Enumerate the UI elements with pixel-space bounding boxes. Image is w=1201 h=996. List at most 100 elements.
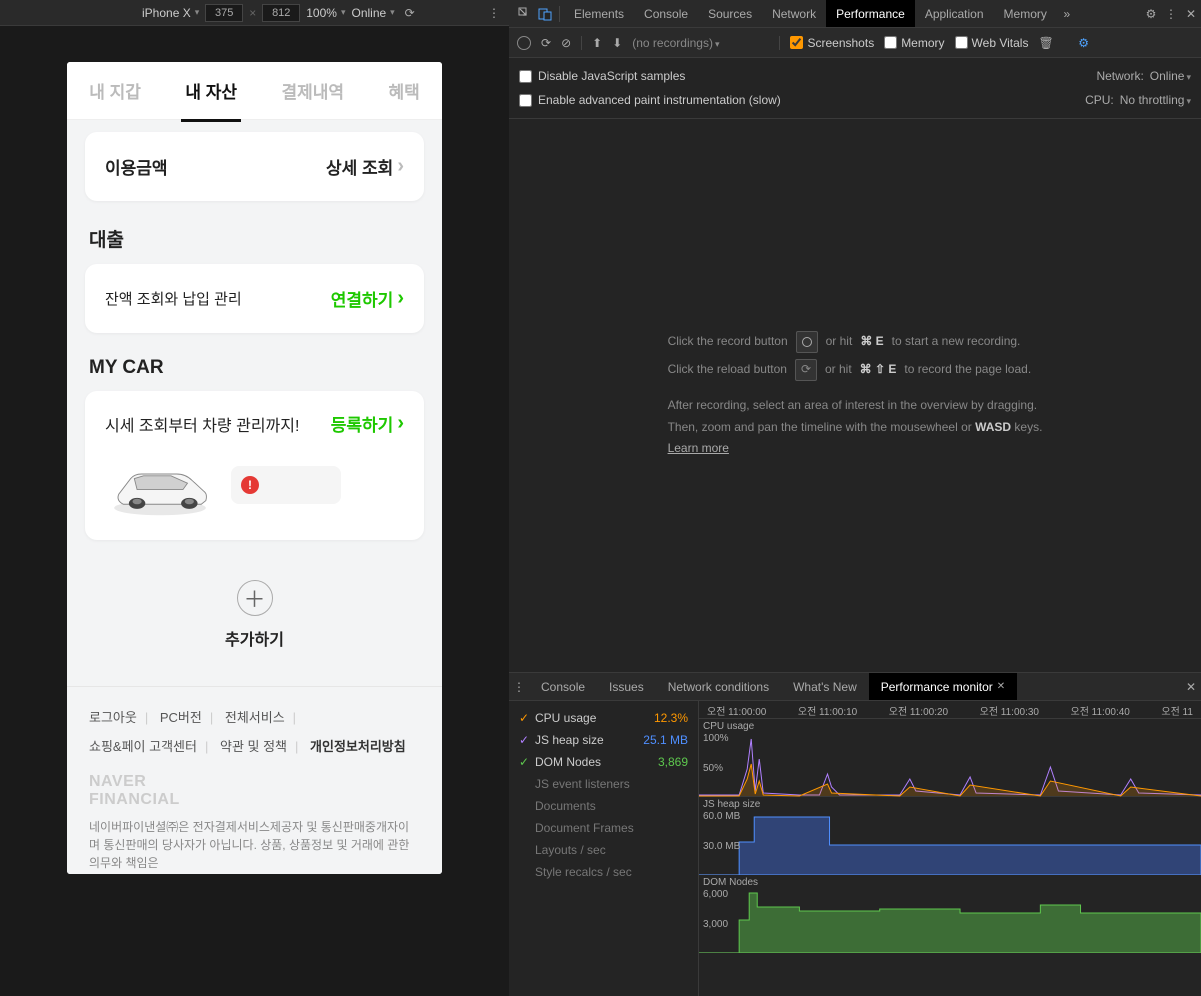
usage-card[interactable]: 이용금액 상세 조회 [85,132,424,201]
footer-logout[interactable]: 로그아웃 [89,710,137,725]
reload-hint-button[interactable]: ⟳ [795,359,817,381]
tab-memory[interactable]: Memory [994,0,1057,27]
empty-text: Click the record button [668,331,788,353]
devtools-pane: Elements Console Sources Network Perform… [509,0,1201,996]
dim-separator: × [249,6,256,20]
network-select[interactable]: Online [1150,69,1191,83]
drawer-tab-perfmon[interactable]: Performance monitor✕ [869,673,1017,700]
tab-sources[interactable]: Sources [698,0,762,27]
add-button[interactable]: ＋ [237,580,273,616]
reload-record-button[interactable]: ⟳ [541,36,551,50]
download-icon[interactable]: ⬇ [612,36,622,50]
mycar-heading: MY CAR [89,357,420,379]
device-select[interactable]: iPhone X [142,6,199,20]
warning-icon: ! [241,476,259,494]
close-drawer-icon[interactable]: ✕ [1181,677,1201,697]
metric-heap[interactable]: ✓JS heap size25.1 MB [509,729,698,751]
tab-wallet[interactable]: 내 지갑 [85,78,145,103]
recordings-select[interactable]: (no recordings) [632,36,719,50]
metric-recalcs[interactable]: Style recalcs / sec [509,861,698,883]
add-label: 추가하기 [67,626,442,650]
drawer-tab-whatsnew[interactable]: What's New [781,673,869,700]
device-toggle-icon[interactable] [535,4,555,24]
perf-settings-icon[interactable]: ⚙ [1074,33,1094,53]
footer-brand: NAVER FINANCIAL [89,773,420,808]
memory-checkbox[interactable]: Memory [884,36,944,50]
tab-application[interactable]: Application [915,0,994,27]
learn-more-link[interactable]: Learn more [668,441,729,455]
zoom-select[interactable]: 100% [306,6,345,20]
webvitals-checkbox[interactable]: Web Vitals [955,36,1029,50]
tabs-overflow-icon[interactable]: » [1057,4,1077,24]
close-tab-icon[interactable]: ✕ [997,681,1005,692]
metric-listeners[interactable]: JS event listeners [509,773,698,795]
cpu-chart: CPU usage 100% 50% [699,719,1201,797]
devtools-drawer: ⋮ Console Issues Network conditions What… [509,672,1201,996]
cpu-label: CPU: [1085,93,1114,107]
metric-documents[interactable]: Documents [509,795,698,817]
more-menu-icon[interactable]: ⋮ [1161,4,1181,24]
more-icon[interactable]: ⋮ [485,4,503,22]
loan-card[interactable]: 잔액 조회와 납입 관리 연결하기 [85,264,424,333]
record-hint-button[interactable] [796,331,818,353]
app-tabs: 내 지갑 내 자산 결제내역 혜택 [67,62,442,120]
tab-network[interactable]: Network [762,0,826,27]
close-devtools-icon[interactable]: ✕ [1181,4,1201,24]
tab-payments[interactable]: 결제내역 [277,78,348,103]
drawer-tab-console[interactable]: Console [529,673,597,700]
phone-viewport: 내 지갑 내 자산 결제내역 혜택 이용금액 상세 조회 대출 잔액 조회와 납… [0,26,509,996]
trash-icon[interactable]: 🗑 [1038,36,1053,50]
metric-layouts[interactable]: Layouts / sec [509,839,698,861]
height-input[interactable] [262,4,300,22]
loan-desc: 잔액 조회와 납입 관리 [105,288,242,309]
width-input[interactable] [205,4,243,22]
loan-heading: 대출 [89,225,420,252]
phone-scroll[interactable]: 이용금액 상세 조회 대출 잔액 조회와 납입 관리 연결하기 MY CAR 시… [67,120,442,874]
drawer-tab-issues[interactable]: Issues [597,673,656,700]
mycar-card[interactable]: 시세 조회부터 차량 관리까지! 등록하기 [85,391,424,540]
metric-cpu[interactable]: ✓CPU usage12.3% [509,707,698,729]
drawer-body: ✓CPU usage12.3% ✓JS heap size25.1 MB ✓DO… [509,701,1201,996]
drawer-tab-network-cond[interactable]: Network conditions [656,673,781,700]
footer-terms[interactable]: 약관 및 정책 [220,739,287,754]
add-section: ＋ 추가하기 [67,552,442,686]
record-button[interactable] [517,36,531,50]
disable-js-checkbox[interactable]: Disable JavaScript samples [519,69,685,83]
tab-console[interactable]: Console [634,0,698,27]
rotate-icon[interactable]: ⟳ [401,4,419,22]
inspect-icon[interactable] [515,4,535,24]
tab-elements[interactable]: Elements [564,0,634,27]
drawer-menu-icon[interactable]: ⋮ [509,677,529,697]
metric-dom[interactable]: ✓DOM Nodes3,869 [509,751,698,773]
phone-frame: 내 지갑 내 자산 결제내역 혜택 이용금액 상세 조회 대출 잔액 조회와 납… [67,62,442,874]
usage-detail-link[interactable]: 상세 조회 [326,154,404,179]
network-label: Network: [1096,69,1143,83]
tab-performance[interactable]: Performance [826,0,915,27]
paint-checkbox[interactable]: Enable advanced paint instrumentation (s… [519,93,781,107]
tab-assets[interactable]: 내 자산 [181,78,241,122]
settings-icon[interactable]: ⚙ [1141,4,1161,24]
car-icon [105,450,215,520]
footer-pc[interactable]: PC버전 [160,710,202,725]
tab-benefits[interactable]: 혜택 [384,78,423,103]
clear-icon[interactable]: ⊘ [561,36,571,50]
performance-options: Disable JavaScript samples Network: Onli… [509,58,1201,119]
heap-chart: JS heap size 60.0 MB 30.0 MB [699,797,1201,875]
footer-privacy[interactable]: 개인정보처리방침 [310,739,406,754]
footer-allservices[interactable]: 전체서비스 [225,710,285,725]
screenshots-checkbox[interactable]: Screenshots [790,36,874,50]
upload-icon[interactable]: ⬆ [592,36,602,50]
mycar-register-link[interactable]: 등록하기 [331,411,404,436]
performance-empty-state: Click the record button or hit ⌘ E to st… [509,119,1201,672]
mycar-desc: 시세 조회부터 차량 관리까지! [105,412,299,436]
metric-frames[interactable]: Document Frames [509,817,698,839]
usage-title: 이용금액 [105,154,168,179]
loan-connect-link[interactable]: 연결하기 [331,286,404,311]
footer-cs[interactable]: 쇼핑&페이 고객센터 [89,739,197,754]
perfmon-charts: 오전 11:00:00오전 11:00:10오전 11:00:20오전 11:0… [699,701,1201,996]
drawer-tabs: ⋮ Console Issues Network conditions What… [509,673,1201,701]
throttle-select[interactable]: Online [351,6,394,20]
app-footer: 로그아웃| PC버전| 전체서비스| 쇼핑&페이 고객센터| 약관 및 정책| … [67,686,442,874]
cpu-select[interactable]: No throttling [1120,93,1191,107]
footer-row2: 쇼핑&페이 고객센터| 약관 및 정책| 개인정보처리방침 [89,736,420,755]
